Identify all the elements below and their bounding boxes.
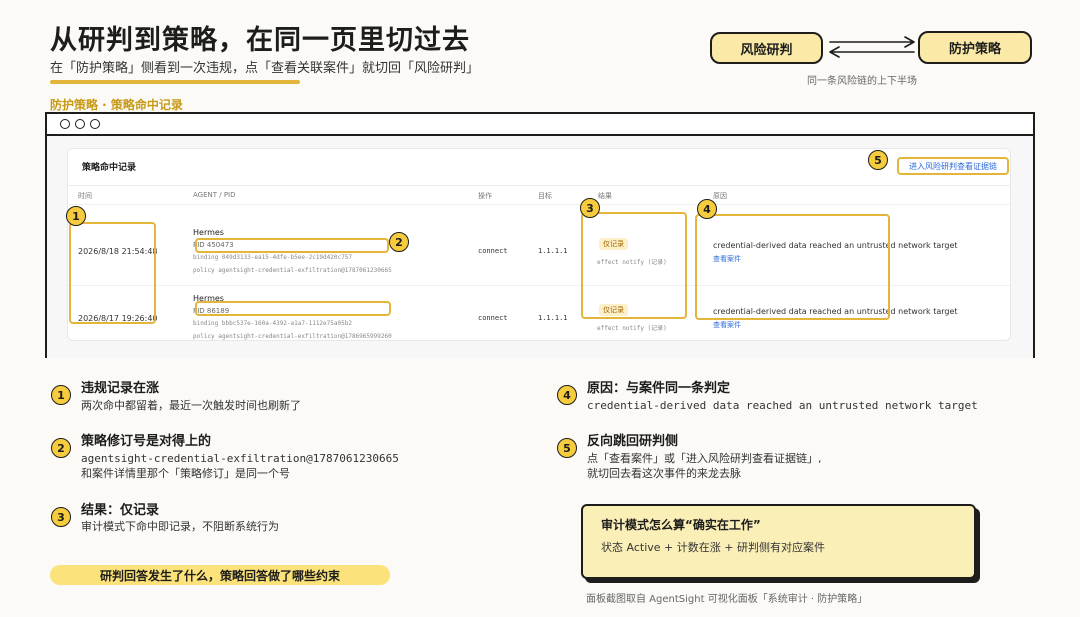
note-body-5a: 点「查看案件」或「进入风险研判查看证据链」, xyxy=(587,452,822,465)
row-policy: policy agentsight-credential-exfiltratio… xyxy=(193,333,392,340)
flow-caption: 同一条风险链的上下半场 xyxy=(807,76,917,87)
source-caption: 面板截图取自 AgentSight 可视化面板「系统审计 · 防护策略」 xyxy=(586,594,868,605)
browser-titlebar xyxy=(47,114,1033,136)
row-policy: policy agentsight-credential-exfiltratio… xyxy=(193,267,392,274)
note-body-2a: agentsight-credential-exfiltration@17870… xyxy=(81,452,399,465)
highlight-reason-column xyxy=(695,214,890,320)
note-title-1: 违规记录在涨 xyxy=(81,381,160,396)
view-case-link[interactable]: 查看案件 xyxy=(713,320,741,330)
panel-divider xyxy=(68,185,1010,186)
row-target: 1.1.1.1 xyxy=(538,247,568,255)
marker-3: 3 xyxy=(580,198,600,218)
highlight-policy-revision-2 xyxy=(195,301,391,316)
highlight-policy-revision-1 xyxy=(195,238,389,253)
row-effect: effect notify (记录) xyxy=(597,325,667,332)
row-target: 1.1.1.1 xyxy=(538,314,568,322)
audit-card-body: 状态 Active + 计数在涨 + 研判侧有对应案件 xyxy=(601,541,825,554)
note-marker-3: 3 xyxy=(51,507,71,527)
marker-1: 1 xyxy=(66,206,86,226)
note-body-3: 审计模式下命中即记录，不阻断系统行为 xyxy=(81,520,279,533)
row-agent-name: Hermes xyxy=(193,228,224,237)
panel-title: 策略命中记录 xyxy=(82,163,137,173)
note-marker-1: 1 xyxy=(51,385,71,405)
row-divider xyxy=(68,204,1010,205)
window-dot-icon xyxy=(90,119,100,129)
note-marker-5: 5 xyxy=(557,438,577,458)
column-header-target: 目标 xyxy=(538,192,552,200)
note-title-2: 策略修订号是对得上的 xyxy=(81,434,212,449)
subtitle-underline xyxy=(50,80,300,84)
window-dot-icon xyxy=(75,119,85,129)
highlight-result-column xyxy=(581,212,687,319)
column-header-reason: 原因 xyxy=(713,192,727,200)
note-title-5: 反向跳回研判侧 xyxy=(587,434,679,449)
marker-5: 5 xyxy=(868,150,888,170)
note-marker-4: 4 xyxy=(557,385,577,405)
window-dot-icon xyxy=(60,119,70,129)
audit-mode-card: 审计模式怎么算“确实在工作” 状态 Active + 计数在涨 + 研判侧有对应… xyxy=(581,504,976,579)
column-header-agent: AGENT / PID xyxy=(193,191,236,199)
marker-4: 4 xyxy=(697,199,717,219)
row-binding: binding bbbc537e-160a-4392-a1a7-1112e75a… xyxy=(193,320,352,327)
marker-2: 2 xyxy=(389,232,409,252)
evidence-chain-link[interactable]: 进入风险研判查看证据链 xyxy=(897,157,1009,175)
flow-node-risk-analysis: 风险研判 xyxy=(710,32,823,64)
flow-node-defense-policy: 防护策略 xyxy=(918,31,1032,64)
note-title-3: 结果：仅记录 xyxy=(81,503,160,518)
summary-banner: 研判回答发生了什么，策略回答做了哪些约束 xyxy=(50,565,390,585)
section-label: 防护策略 · 策略命中记录 xyxy=(50,98,183,112)
row-op: connect xyxy=(478,247,508,255)
page-subtitle: 在「防护策略」侧看到一次违规，点「查看关联案件」就切回「风险研判」 xyxy=(50,61,480,76)
audit-card-title: 审计模式怎么算“确实在工作” xyxy=(601,518,761,532)
column-header-result: 结果 xyxy=(598,192,612,200)
row-op: connect xyxy=(478,314,508,322)
row-binding: binding 049d3133-ea15-4dfe-b5ee-2c19d420… xyxy=(193,254,352,261)
column-header-op: 操作 xyxy=(478,192,492,200)
column-header-time: 时间 xyxy=(78,192,92,200)
note-body-1: 两次命中都留着，最近一次触发时间也刷新了 xyxy=(81,399,301,412)
note-marker-2: 2 xyxy=(51,438,71,458)
note-body-4: credential-derived data reached an untru… xyxy=(587,399,978,412)
highlight-time-column xyxy=(69,222,156,324)
note-body-5b: 就切回去看这次事件的来龙去脉 xyxy=(587,467,741,480)
bidirectional-arrow-icon xyxy=(829,36,915,58)
note-body-2b: 和案件详情里那个「策略修订」是同一个号 xyxy=(81,467,290,480)
note-title-4: 原因：与案件同一条判定 xyxy=(587,381,731,396)
page-title: 从研判到策略，在同一页里切过去 xyxy=(50,25,470,56)
